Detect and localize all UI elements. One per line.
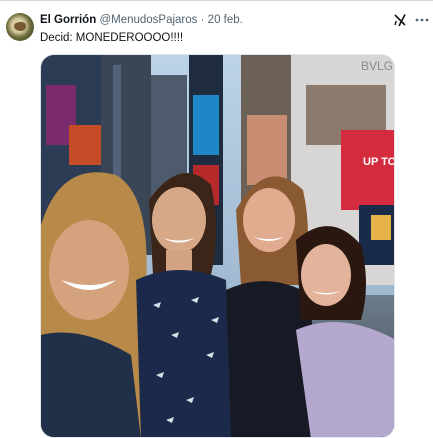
author-handle[interactable]: @MenudosPajaros	[99, 14, 197, 26]
sparrow-logo-icon	[14, 22, 26, 31]
author-avatar[interactable]	[6, 13, 34, 41]
separator-dot: ·	[200, 14, 205, 26]
tweet-photo[interactable]: BVLG UP TO $800	[40, 54, 395, 438]
tweet-header: El Gorrión @MenudosPajaros · 20 feb.	[40, 13, 243, 28]
bvlgari-sign: BVLG	[361, 59, 393, 73]
price-banner: UP TO $800	[363, 156, 395, 168]
selfie-times-square-image: BVLG UP TO $800	[41, 55, 395, 437]
tweet-date[interactable]: 20 feb.	[208, 14, 243, 26]
more-options-icon[interactable]	[414, 12, 430, 28]
tweet-card[interactable]: El Gorrión @MenudosPajaros · 20 feb. Dec…	[0, 0, 433, 438]
grok-slash-icon[interactable]	[393, 13, 407, 27]
tweet-text: Decid: MONEDEROOOO!!!!	[40, 32, 184, 44]
author-name[interactable]: El Gorrión	[40, 14, 96, 26]
